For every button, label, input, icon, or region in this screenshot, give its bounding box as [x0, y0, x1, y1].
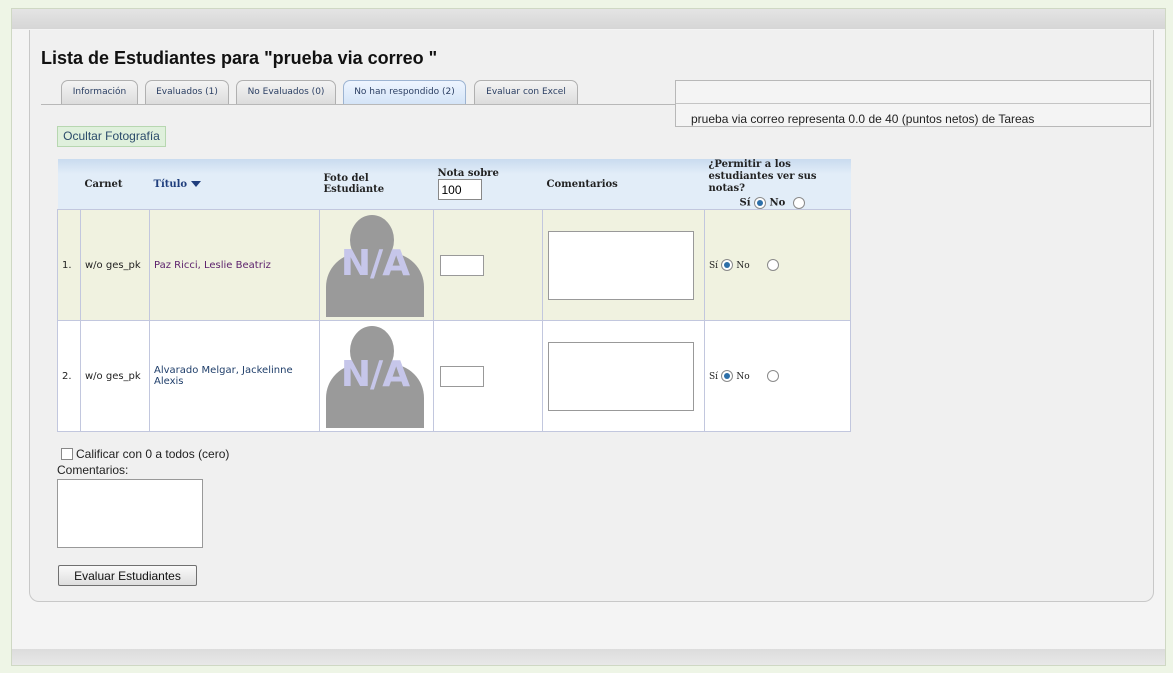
row-carnet: w/o ges_pk	[80, 209, 150, 321]
photo-na-label: N/A	[340, 243, 410, 284]
table-row: 1. w/o ges_pk Paz Ricci, Leslie Beatriz …	[57, 209, 851, 321]
all-permit-yes-radio[interactable]	[754, 197, 767, 209]
evaluate-students-button[interactable]: Evaluar Estudiantes	[58, 565, 197, 586]
bottom-bar	[12, 649, 1165, 665]
row-comment-cell	[542, 320, 705, 432]
tab-no-han-respondido[interactable]: No han respondido (2)	[343, 80, 466, 104]
page-title: Lista de Estudiantes para "prueba via co…	[41, 48, 438, 68]
row-student-name[interactable]: Alvarado Melgar, Jackelinne Alexis	[149, 320, 320, 432]
comment-textarea[interactable]	[548, 341, 694, 411]
all-permit-no-radio[interactable]	[792, 197, 805, 209]
row-permit-cell: Sí No	[704, 209, 851, 321]
zero-all-label: Calificar con 0 a todos (cero)	[76, 447, 230, 461]
header-permit-radios: Sí No	[709, 197, 847, 209]
permit-yes-radio[interactable]	[721, 259, 734, 271]
header-comentarios: Comentarios	[542, 159, 705, 210]
header-nota: Nota sobre	[433, 159, 543, 210]
photo-na-label: N/A	[340, 354, 410, 395]
row-photo-cell: N/A	[319, 320, 434, 432]
header-num	[57, 159, 81, 210]
permit-yes-radio[interactable]	[721, 370, 734, 382]
permit-no-label: No	[736, 372, 750, 382]
summary-box: prueba via correo representa 0.0 de 40 (…	[675, 80, 1151, 127]
zero-all-checkbox[interactable]	[61, 448, 73, 460]
grade-input[interactable]	[440, 365, 484, 387]
summary-text: prueba via correo representa 0.0 de 40 (…	[691, 112, 1035, 126]
student-name-link[interactable]: Alvarado Melgar, Jackelinne Alexis	[154, 365, 293, 387]
hide-photo-button[interactable]: Ocultar Fotografía	[57, 126, 166, 147]
top-bar	[12, 9, 1165, 29]
row-carnet: w/o ges_pk	[80, 320, 150, 432]
tab-informacion[interactable]: Información	[61, 80, 138, 104]
header-nota-label: Nota sobre	[437, 168, 499, 179]
summary-divider	[676, 103, 1150, 104]
row-student-name[interactable]: Paz Ricci, Leslie Beatriz	[149, 209, 320, 321]
sort-titulo-link[interactable]: Título	[154, 179, 188, 190]
row-grade-cell	[433, 209, 543, 321]
permit-no-radio[interactable]	[766, 370, 779, 382]
row-number: 1.	[57, 209, 81, 321]
students-table: Carnet Título Foto del Estudiante Nota s…	[57, 159, 851, 432]
header-si-label: Sí	[739, 197, 751, 209]
header-permitir: ¿Permitir a los estudiantes ver sus nota…	[704, 159, 851, 210]
comment-textarea[interactable]	[548, 230, 694, 300]
sort-down-icon	[191, 181, 202, 187]
table-row: 2. w/o ges_pk Alvarado Melgar, Jackelinn…	[57, 320, 851, 432]
max-grade-input[interactable]	[437, 179, 482, 200]
row-photo-cell: N/A	[319, 209, 434, 321]
table-header-row: Carnet Título Foto del Estudiante Nota s…	[57, 159, 851, 210]
global-comment-textarea[interactable]	[57, 479, 203, 548]
row-grade-cell	[433, 320, 543, 432]
header-titulo[interactable]: Título	[149, 159, 320, 210]
row-number: 2.	[57, 320, 81, 432]
tab-no-evaluados[interactable]: No Evaluados (0)	[236, 80, 336, 104]
header-foto: Foto del Estudiante	[319, 159, 434, 210]
global-comments-label: Comentarios:	[57, 463, 129, 477]
header-permitir-label: ¿Permitir a los estudiantes ver sus nota…	[708, 159, 817, 194]
permit-si-label: Sí	[709, 261, 719, 271]
student-photo-placeholder: N/A	[326, 213, 424, 317]
tab-evaluar-excel[interactable]: Evaluar con Excel	[474, 80, 578, 104]
row-permit-cell: Sí No	[704, 320, 851, 432]
tab-evaluados[interactable]: Evaluados (1)	[145, 80, 229, 104]
grade-input[interactable]	[440, 254, 484, 276]
permit-si-label: Sí	[709, 372, 719, 382]
student-name-link[interactable]: Paz Ricci, Leslie Beatriz	[154, 260, 271, 271]
row-comment-cell	[542, 209, 705, 321]
permit-no-radio[interactable]	[766, 259, 779, 271]
student-photo-placeholder: N/A	[326, 324, 424, 428]
header-carnet: Carnet	[80, 159, 150, 210]
zero-all-option[interactable]: Calificar con 0 a todos (cero)	[61, 447, 229, 461]
header-no-label: No	[769, 197, 786, 209]
permit-no-label: No	[736, 261, 750, 271]
